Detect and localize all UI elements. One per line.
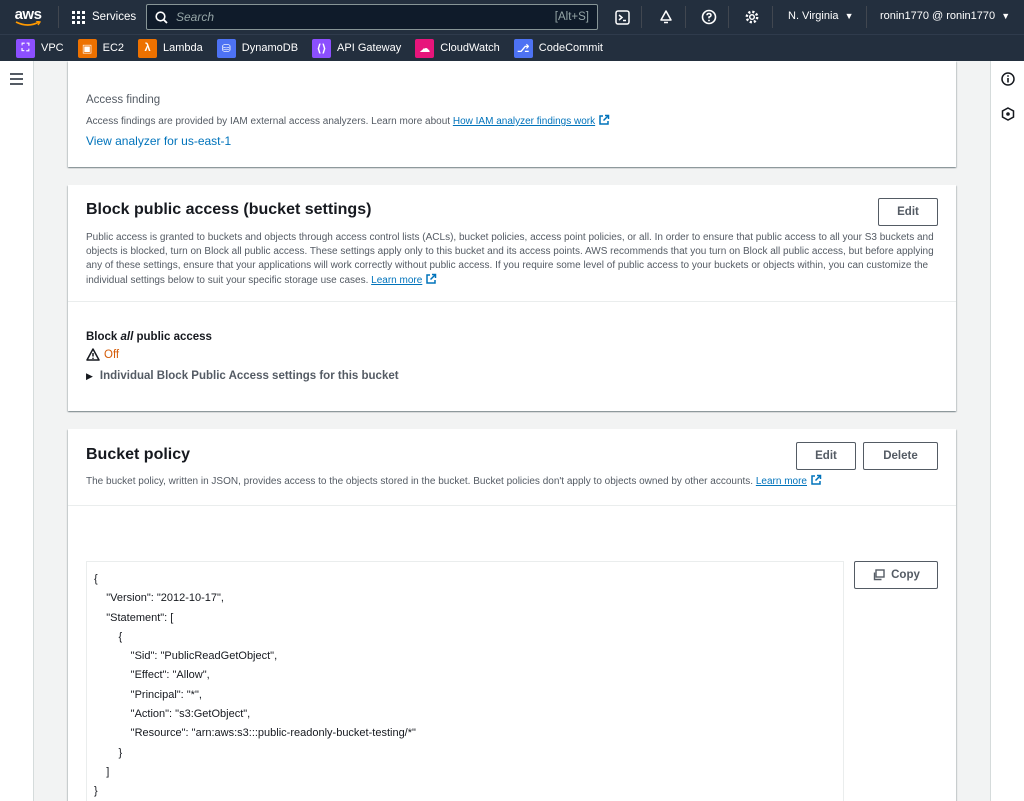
- policy-line: {: [94, 573, 98, 585]
- copy-icon: [873, 569, 885, 581]
- bucket-policy-header: Bucket policy The bucket policy, written…: [68, 429, 956, 506]
- policy-line: "Version": "2012-10-17",: [94, 592, 224, 605]
- access-finding-description: Access findings are provided by IAM exte…: [86, 114, 610, 127]
- search-placeholder: Search: [176, 10, 215, 24]
- access-finding-card: Access finding Access findings are provi…: [68, 61, 956, 167]
- smile-icon: [15, 20, 41, 26]
- caret-right-icon: ▶: [86, 370, 93, 381]
- bpa-learn-more-link[interactable]: Learn more: [371, 275, 422, 286]
- left-navigation-rail: [0, 61, 34, 801]
- favorite-ec2[interactable]: ▣ EC2: [77, 38, 125, 58]
- divider: [866, 6, 867, 28]
- lambda-icon: λ: [138, 38, 158, 58]
- cloudshell-icon[interactable]: [612, 7, 632, 27]
- favorite-cloudwatch[interactable]: ☁ CloudWatch: [415, 38, 500, 58]
- divider: [685, 6, 686, 28]
- divider: [772, 6, 773, 28]
- policy-learn-more-link[interactable]: Learn more: [756, 476, 807, 487]
- cloudwatch-icon: ☁: [415, 38, 435, 58]
- policy-line: }: [94, 746, 123, 759]
- favorite-label: DynamoDB: [241, 42, 299, 54]
- hexagon-icon[interactable]: [1001, 107, 1015, 121]
- vpc-icon: ⛶: [16, 38, 35, 58]
- right-tools-rail: [990, 61, 1024, 801]
- search-input[interactable]: Search [Alt+S]: [146, 4, 598, 30]
- policy-line: "Principal": "*",: [94, 688, 202, 701]
- caret-down-icon: ▼: [844, 11, 854, 21]
- favorites-bar: ⛶ VPC ▣ EC2 λ Lambda ⛁ DynamoDB ⟨⟩ API Gateway ☁ Cl…: [0, 34, 1024, 61]
- block-public-access-description: Public access is granted to buckets and …: [86, 232, 934, 286]
- notifications-bell-icon[interactable]: [656, 7, 676, 27]
- search-icon: [155, 10, 168, 24]
- top-navigation: aws Services Search [Alt+S] N. Virginia …: [0, 0, 1024, 34]
- favorite-label: Lambda: [163, 42, 203, 54]
- block-public-access-card: Block public access (bucket settings) Pu…: [68, 185, 956, 411]
- services-label: Services: [92, 11, 137, 23]
- favorite-vpc[interactable]: ⛶ VPC: [16, 38, 64, 58]
- policy-delete-button[interactable]: Delete: [863, 442, 938, 470]
- favorite-lambda[interactable]: λ Lambda: [138, 38, 203, 58]
- caret-down-icon: ▼: [1001, 11, 1011, 21]
- external-link-icon: [811, 474, 822, 485]
- block-all-public-access-section: Block all public access Off ▶ Individual…: [86, 331, 399, 382]
- status-badge: Off: [86, 348, 399, 361]
- view-analyzer-link[interactable]: View analyzer for us-east-1: [86, 134, 231, 148]
- dynamodb-icon: ⛁: [216, 38, 236, 58]
- policy-line: ]: [94, 765, 110, 778]
- divider: [58, 6, 59, 28]
- policy-line: "Resource": "arn:aws:s3:::public-readonl…: [94, 727, 416, 740]
- block-public-access-header: Block public access (bucket settings) Pu…: [68, 185, 956, 302]
- policy-line: "Statement": [: [94, 611, 174, 624]
- copy-button[interactable]: Copy: [854, 561, 938, 589]
- copy-label: Copy: [891, 569, 920, 581]
- codecommit-icon: ⎇: [513, 38, 533, 58]
- favorite-label: CloudWatch: [440, 42, 500, 54]
- block-all-public-access-label: Block all public access: [86, 331, 212, 343]
- how-iam-analyzer-findings-work-link[interactable]: How IAM analyzer findings work: [453, 116, 595, 127]
- favorite-codecommit[interactable]: ⎇ CodeCommit: [513, 38, 603, 58]
- services-menu-button[interactable]: Services: [64, 0, 144, 34]
- favorite-label: CodeCommit: [538, 42, 603, 54]
- account-label: ronin1770 @ ronin1770: [880, 10, 996, 22]
- individual-settings-expander[interactable]: ▶ Individual Block Public Access setting…: [86, 370, 399, 382]
- region-label: N. Virginia: [788, 10, 839, 22]
- account-menu[interactable]: ronin1770 @ ronin1770 ▼: [880, 10, 1010, 22]
- access-finding-label: Access finding: [86, 94, 161, 106]
- warning-icon: [86, 348, 100, 361]
- favorite-api-gateway[interactable]: ⟨⟩ API Gateway: [312, 38, 402, 58]
- ec2-icon: ▣: [77, 38, 97, 58]
- policy-line: "Sid": "PublicReadGetObject",: [94, 650, 278, 663]
- favorite-dynamodb[interactable]: ⛁ DynamoDB: [216, 38, 299, 58]
- info-icon[interactable]: [1001, 72, 1015, 86]
- favorite-label: EC2: [102, 42, 125, 54]
- block-public-access-title: Block public access (bucket settings): [86, 201, 372, 218]
- aws-logo[interactable]: aws: [0, 0, 56, 34]
- favorite-label: VPC: [41, 42, 64, 54]
- policy-line: }: [94, 785, 98, 798]
- settings-gear-icon[interactable]: [742, 7, 762, 27]
- divider: [728, 6, 729, 28]
- status-text: Off: [104, 348, 120, 361]
- divider: [641, 6, 642, 28]
- bpa-edit-button[interactable]: Edit: [878, 198, 938, 226]
- external-link-icon: [599, 114, 610, 125]
- help-icon[interactable]: [699, 7, 719, 27]
- policy-line: {: [94, 630, 123, 643]
- region-selector[interactable]: N. Virginia ▼: [788, 10, 854, 22]
- search-shortcut: [Alt+S]: [554, 11, 589, 23]
- grid-icon: [72, 10, 85, 24]
- access-finding-section: Access finding Access findings are provi…: [86, 94, 610, 150]
- expander-label: Individual Block Public Access settings …: [99, 370, 399, 382]
- favorite-label: API Gateway: [337, 42, 402, 54]
- external-link-icon: [426, 273, 437, 284]
- bucket-policy-card: Bucket policy The bucket policy, written…: [68, 429, 956, 801]
- policy-line: "Effect": "Allow",: [94, 669, 210, 682]
- policy-json-viewer: { "Version": "2012-10-17", "Statement": …: [86, 561, 844, 801]
- bucket-policy-description: The bucket policy, written in JSON, prov…: [86, 474, 946, 489]
- policy-edit-button[interactable]: Edit: [796, 442, 856, 470]
- policy-line: "Action": "s3:GetObject",: [94, 708, 251, 721]
- api-gateway-icon: ⟨⟩: [312, 38, 332, 58]
- menu-hamburger-icon[interactable]: [10, 73, 23, 88]
